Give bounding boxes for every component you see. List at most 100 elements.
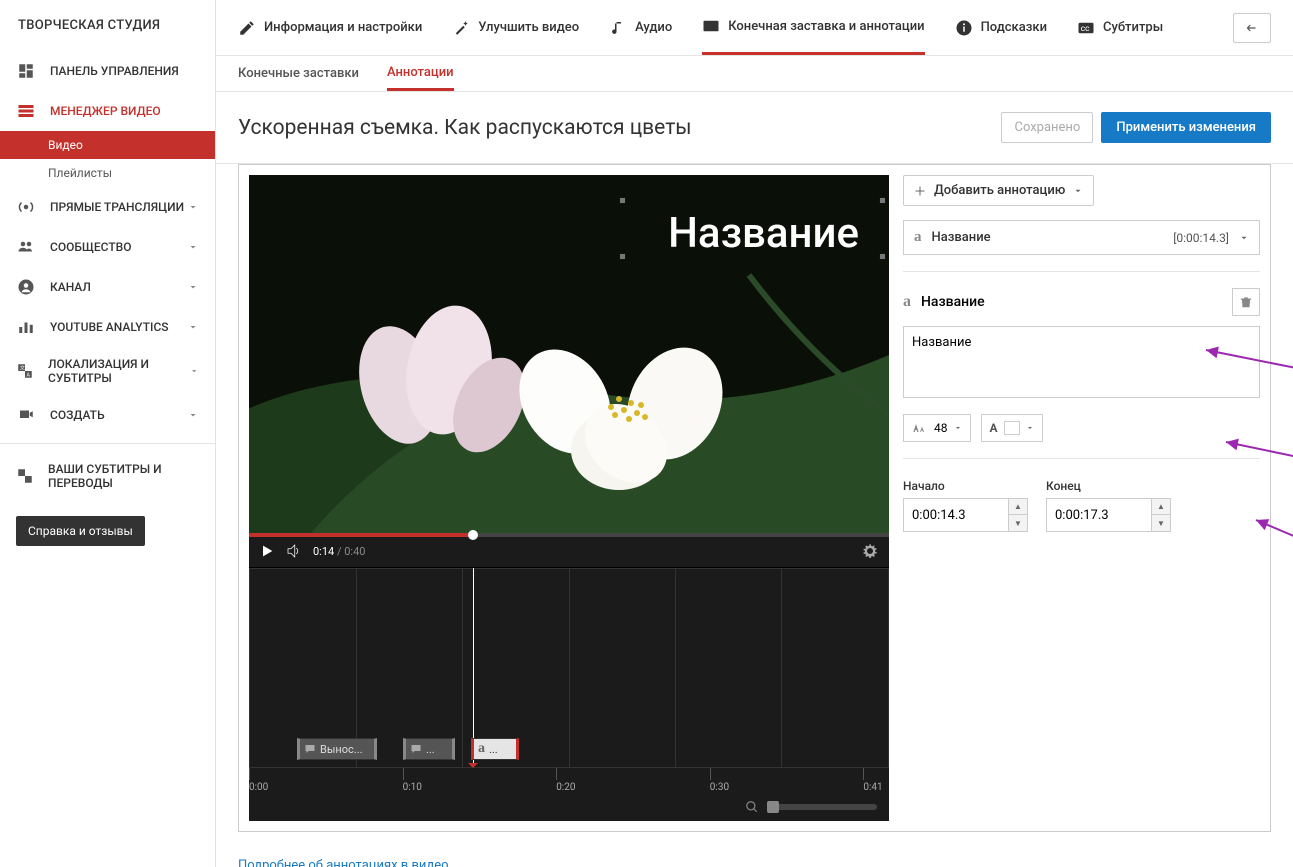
sidebar-item-video-manager[interactable]: МЕНЕДЖЕР ВИДЕО [0,91,215,131]
zoom-slider[interactable] [767,804,877,810]
cc-icon: CC [1077,19,1095,37]
speech-icon [304,743,316,755]
chevron-down-icon [187,321,199,333]
caret-down-icon [1239,233,1249,243]
delete-annotation-button[interactable] [1232,288,1260,316]
zoom-knob[interactable] [767,801,779,813]
sidebar-sub-video[interactable]: Видео [0,131,215,159]
end-time-input[interactable] [1046,498,1152,532]
video-manager-icon [16,101,36,121]
add-annotation-button[interactable]: Добавить аннотацию [903,175,1094,206]
create-icon [16,405,36,425]
sidebar-item-live[interactable]: ПРЯМЫЕ ТРАНСЛЯЦИИ [0,187,215,227]
caret-down-icon [1073,186,1083,196]
edit-heading: Название [921,294,985,310]
font-size-select[interactable]: 48 [903,414,971,442]
timeline[interactable]: Вынос... ... a ... 0:00 [249,567,889,821]
gear-icon[interactable] [861,542,879,560]
annotation-list-item[interactable]: a Название [0:00:14.3] [903,220,1260,255]
timeline-ruler: 0:00 0:10 0:20 0:30 0:41 [249,767,889,793]
dashboard-icon [16,61,36,81]
info-icon [955,19,973,37]
resize-handle[interactable] [619,197,626,204]
timeline-clip-title[interactable]: a ... [471,738,519,760]
live-icon [16,197,36,217]
saved-status: Сохранено [1001,112,1093,143]
resize-handle[interactable] [619,253,626,260]
caret-down-icon [1026,424,1034,432]
subtab-endscreens[interactable]: Конечные заставки [238,56,359,91]
step-up[interactable]: ▲ [1152,499,1170,515]
start-label: Начало [903,479,945,493]
sidebar-item-localization[interactable]: 文A ЛОКАЛИЗАЦИЯ И СУБТИТРЫ [0,347,215,395]
caret-down-icon [954,424,962,432]
sidebar-title: ТВОРЧЕСКАЯ СТУДИЯ [0,0,215,51]
help-feedback-button[interactable]: Справка и отзывы [16,516,145,546]
zoom-icon[interactable] [745,800,759,814]
tab-cards[interactable]: Подсказки [955,0,1047,55]
analytics-icon [16,317,36,337]
step-down[interactable]: ▼ [1152,515,1170,531]
revert-button[interactable] [1233,13,1271,43]
apply-button[interactable]: Применить изменения [1101,112,1271,143]
player-controls: 0:14 / 0:40 [249,535,889,567]
font-color-select[interactable]: A [981,414,1043,442]
svg-text:CC: CC [1081,25,1090,33]
chevron-down-icon [187,281,199,293]
time-display: 0:14 / 0:40 [313,545,365,558]
start-time-input[interactable] [903,498,1009,532]
trash-icon [1239,295,1253,309]
tab-info[interactable]: Информация и настройки [238,0,422,55]
font-color-icon: A [990,421,998,435]
color-swatch [1004,421,1020,435]
top-tabs: Информация и настройки Улучшить видео Ау… [216,0,1293,56]
font-size-icon [912,422,928,434]
step-up[interactable]: ▲ [1009,499,1027,515]
step-down[interactable]: ▼ [1009,515,1027,531]
volume-icon[interactable] [285,542,303,560]
sidebar-item-dashboard[interactable]: ПАНЕЛЬ УПРАВЛЕНИЯ [0,51,215,91]
end-label: Конец [1046,479,1081,493]
speech-icon [410,743,422,755]
title-type-icon: a [903,293,911,311]
sidebar-item-your-subs[interactable]: ВАШИ СУБТИТРЫ И ПЕРЕВОДЫ [0,452,215,500]
annotation-title-overlay[interactable]: Название [668,209,859,258]
subtab-annotations[interactable]: Аннотации [387,56,454,91]
endscreen-icon [702,17,720,35]
channel-icon [16,277,36,297]
pencil-icon [238,19,256,37]
title-type-icon: a [914,229,922,246]
video-preview[interactable]: Название [249,175,889,535]
timeline-clip-callout[interactable]: Вынос... [297,738,377,760]
play-icon[interactable] [259,543,275,559]
translate-icon [16,466,34,486]
tab-enhance[interactable]: Улучшить видео [452,0,579,55]
music-icon [609,19,627,37]
sidebar-item-channel[interactable]: КАНАЛ [0,267,215,307]
chevron-down-icon [187,241,199,253]
progress-fill [249,533,473,537]
sidebar-item-analytics[interactable]: YOUTUBE ANALYTICS [0,307,215,347]
start-stepper[interactable]: ▲▼ [1009,498,1028,532]
resize-handle[interactable] [879,253,886,260]
end-stepper[interactable]: ▲▼ [1152,498,1171,532]
chevron-down-icon [187,201,199,213]
chevron-down-icon [187,409,199,421]
progress-knob[interactable] [468,530,478,540]
sidebar-item-create[interactable]: СОЗДАТЬ [0,395,215,435]
resize-handle[interactable] [879,197,886,204]
annotation-text-input[interactable] [903,326,1260,398]
translate-icon: 文A [16,361,34,381]
wand-icon [452,19,470,37]
tab-audio[interactable]: Аудио [609,0,672,55]
sidebar-item-community[interactable]: СООБЩЕСТВО [0,227,215,267]
sidebar-sub-playlists[interactable]: Плейлисты [0,159,215,187]
tab-endscreen[interactable]: Конечная заставка и аннотации [702,0,924,55]
tab-cc[interactable]: CC Субтитры [1077,0,1163,55]
timeline-clip-callout[interactable]: ... [403,738,455,760]
plus-icon [914,185,926,197]
chevron-down-icon [189,365,199,377]
learn-more-link[interactable]: Подробнее об аннотациях в видео... [216,848,481,867]
svg-text:A: A [27,372,31,378]
sidebar: ТВОРЧЕСКАЯ СТУДИЯ ПАНЕЛЬ УПРАВЛЕНИЯ МЕНЕ… [0,0,216,867]
